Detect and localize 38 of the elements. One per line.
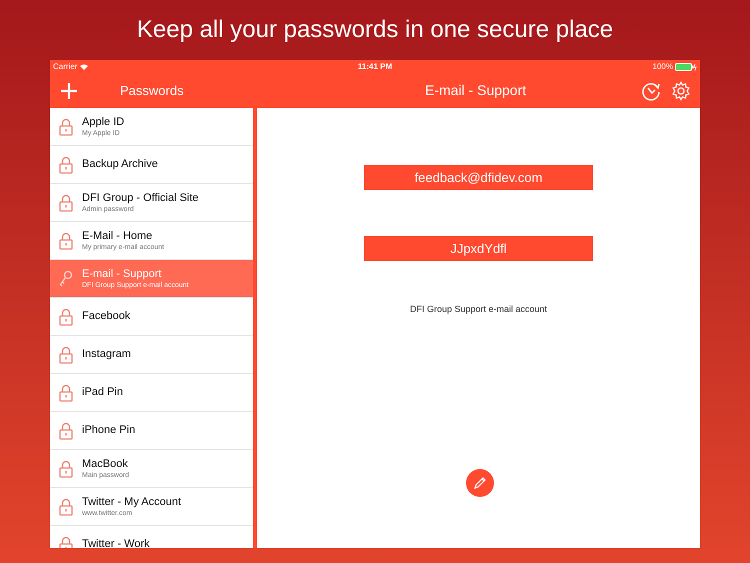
- lock-icon: [59, 384, 73, 402]
- wifi-icon: [80, 64, 88, 70]
- item-title: Backup Archive: [82, 158, 158, 171]
- lock-icon: [59, 194, 73, 212]
- item-title: DFI Group - Official Site: [82, 192, 199, 204]
- lock-icon: [59, 422, 73, 440]
- battery-icon: [675, 62, 697, 70]
- item-title: Instagram: [82, 348, 131, 361]
- lock-icon: [59, 460, 73, 478]
- item-title: Apple ID: [82, 116, 124, 128]
- settings-icon: [671, 80, 691, 100]
- key-icon: [59, 270, 73, 288]
- item-title: Twitter - Work: [82, 538, 150, 548]
- item-title: MacBook: [82, 458, 129, 470]
- lock-icon: [59, 498, 73, 516]
- settings-button[interactable]: [670, 80, 692, 102]
- lock-icon: [59, 118, 73, 136]
- carrier-label: Carrier: [53, 60, 78, 72]
- battery-percent: 100%: [652, 60, 673, 72]
- item-title: Twitter - My Account: [82, 496, 182, 508]
- headline: Keep all your passwords in one secure place: [136, 15, 614, 45]
- lock-icon: [59, 156, 73, 174]
- note-text: DFI Group Support e-mail account: [410, 303, 548, 316]
- item-title: E-mail - Support: [82, 268, 162, 280]
- edit-button[interactable]: [466, 469, 494, 497]
- nav-title: E-mail - Support: [425, 81, 526, 100]
- item-title: iPhone Pin: [82, 424, 136, 437]
- lock-icon: [59, 308, 73, 326]
- item-title: iPad Pin: [82, 386, 123, 399]
- sidebar-title: Passwords: [120, 82, 184, 100]
- plus-icon: [60, 82, 78, 100]
- lock-icon: [59, 232, 73, 250]
- item-title: E-Mail - Home: [82, 230, 154, 242]
- clock-time: 11:41 PM: [358, 60, 392, 72]
- item-title: Facebook: [82, 310, 130, 323]
- lock-icon: [59, 346, 73, 364]
- sync-icon: [641, 80, 661, 100]
- pencil-icon: [473, 476, 487, 490]
